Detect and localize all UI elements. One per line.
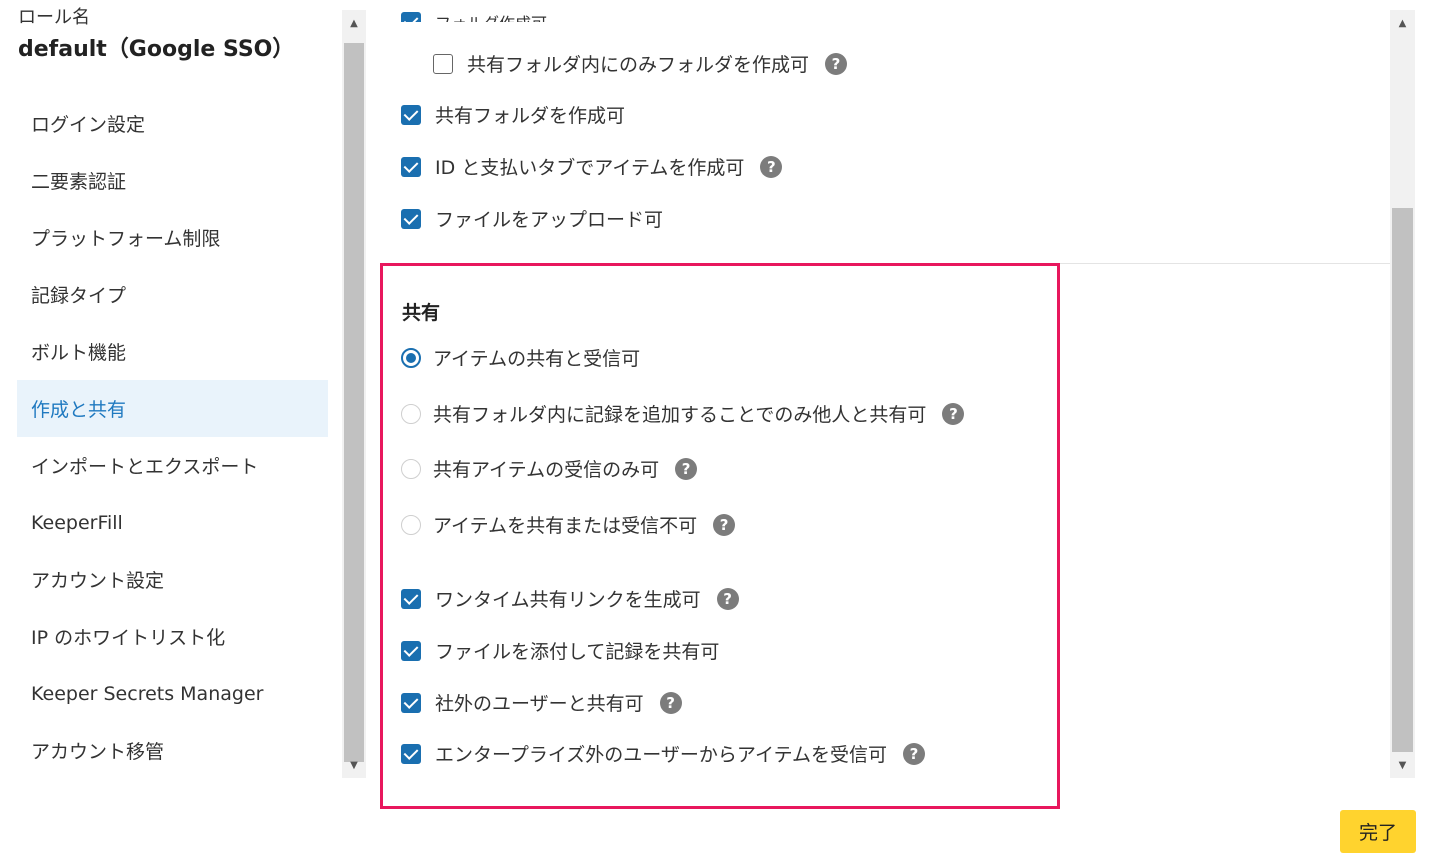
content-scrollbar-thumb[interactable]	[1392, 208, 1413, 752]
nav-scrollbar[interactable]: ▲ ▼	[342, 10, 366, 778]
nav-item-ip-whitelist[interactable]: IP のホワイトリスト化	[17, 608, 328, 665]
upload-files-row[interactable]: ファイルをアップロード可	[401, 205, 663, 232]
nav-item-two-factor[interactable]: 二要素認証	[17, 152, 328, 209]
create-folder-label: フォルダ作成可	[435, 10, 547, 22]
nav-item-import-export[interactable]: インポートとエクスポート	[17, 437, 328, 494]
nav-item-account-settings[interactable]: アカウント設定	[17, 551, 328, 608]
create-id-payment-row[interactable]: ID と支払いタブでアイテムを作成可 ?	[401, 153, 783, 180]
nav-item-create-and-share[interactable]: 作成と共有	[17, 380, 328, 437]
shared-folder-only-label: 共有フォルダ内にのみフォルダを作成可	[467, 54, 810, 76]
triangle-up-icon[interactable]: ▲	[1390, 12, 1415, 34]
role-name: default（Google SSO）	[18, 37, 295, 62]
nav-item-keeperfill[interactable]: KeeperFill	[17, 494, 328, 551]
triangle-down-icon[interactable]: ▼	[1390, 754, 1415, 776]
create-folder-checkbox[interactable]	[401, 12, 421, 22]
sharing-highlight-box	[380, 263, 1060, 809]
triangle-down-icon[interactable]: ▼	[342, 754, 366, 776]
nav-item-vault-features[interactable]: ボルト機能	[17, 323, 328, 380]
shared-folder-only-checkbox[interactable]	[433, 53, 453, 74]
nav-item-platform-restrictions[interactable]: プラットフォーム制限	[17, 209, 328, 266]
done-button[interactable]: 完了	[1340, 810, 1416, 853]
question-circle-icon[interactable]: ?	[760, 155, 783, 178]
role-caption: ロール名	[18, 7, 90, 28]
shared-folder-only-row[interactable]: 共有フォルダ内にのみフォルダを作成可 ?	[433, 50, 848, 77]
create-shared-folder-label: 共有フォルダを作成可	[435, 105, 626, 127]
create-shared-folder-row[interactable]: 共有フォルダを作成可	[401, 101, 625, 128]
triangle-up-icon[interactable]: ▲	[342, 12, 366, 34]
nav-item-login-settings[interactable]: ログイン設定	[17, 95, 328, 152]
nav-item-secrets-manager[interactable]: Keeper Secrets Manager	[17, 665, 328, 722]
settings-nav: ログイン設定 二要素認証 プラットフォーム制限 記録タイプ ボルト機能 作成と共…	[17, 95, 328, 779]
upload-files-label: ファイルをアップロード可	[435, 209, 664, 231]
create-shared-folder-checkbox[interactable]	[401, 104, 421, 125]
nav-item-account-transfer[interactable]: アカウント移管	[17, 722, 328, 779]
upload-files-checkbox[interactable]	[401, 208, 421, 229]
nav-item-record-types[interactable]: 記録タイプ	[17, 266, 328, 323]
content-scrollbar[interactable]: ▲ ▼	[1390, 10, 1415, 778]
create-id-payment-checkbox[interactable]	[401, 156, 421, 177]
nav-scrollbar-thumb[interactable]	[344, 43, 364, 762]
question-circle-icon[interactable]: ?	[825, 52, 848, 75]
create-folder-row[interactable]: フォルダ作成可	[401, 0, 547, 22]
create-id-payment-label: ID と支払いタブでアイテムを作成可	[435, 157, 745, 179]
section-divider	[1060, 263, 1390, 264]
